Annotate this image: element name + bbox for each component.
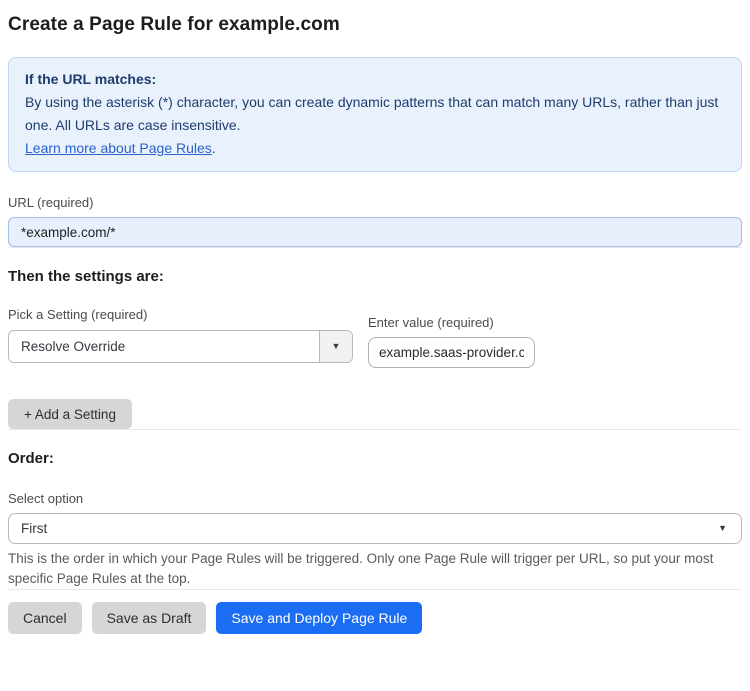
url-field-label: URL (required) xyxy=(8,195,94,210)
page-rule-form: Create a Page Rule for example.com If th… xyxy=(0,0,750,634)
setting-value-column: Enter value (required) xyxy=(368,315,535,368)
save-as-draft-button[interactable]: Save as Draft xyxy=(91,602,207,634)
value-field-label: Enter value (required) xyxy=(368,315,494,330)
cancel-button[interactable]: Cancel xyxy=(8,602,82,634)
settings-section-heading: Then the settings are: xyxy=(8,268,164,285)
page-title: Create a Page Rule for example.com xyxy=(8,14,340,35)
link-period: . xyxy=(211,140,216,156)
chevron-down-icon: ▼ xyxy=(331,341,341,351)
add-setting-button[interactable]: + Add a Setting xyxy=(8,399,132,429)
info-box-body: By using the asterisk (*) character, you… xyxy=(25,94,719,133)
info-box-heading: If the URL matches: xyxy=(25,71,157,87)
divider xyxy=(8,429,742,430)
order-select[interactable]: First ▼ xyxy=(8,513,742,544)
divider xyxy=(8,247,742,248)
setting-select-label: Pick a Setting (required) xyxy=(8,307,148,322)
setting-row: Pick a Setting (required) Resolve Overri… xyxy=(8,307,742,368)
order-help-text: This is the order in which your Page Rul… xyxy=(8,551,714,586)
info-box-link-line: Learn more about Page Rules. xyxy=(25,137,725,160)
url-match-info-box: If the URL matches: By using the asteris… xyxy=(8,57,742,172)
order-section-heading: Order: xyxy=(8,450,54,467)
setting-select-value: Resolve Override xyxy=(21,339,126,354)
divider xyxy=(8,589,742,590)
save-and-deploy-button[interactable]: Save and Deploy Page Rule xyxy=(216,602,423,634)
setting-select-column: Pick a Setting (required) Resolve Overri… xyxy=(8,307,353,363)
setting-select-arrow-button[interactable]: ▼ xyxy=(319,331,352,362)
setting-value-input[interactable] xyxy=(368,337,535,368)
setting-select[interactable]: Resolve Override ▼ xyxy=(8,330,353,363)
learn-more-link[interactable]: Learn more about Page Rules xyxy=(25,140,212,156)
order-select-value: First xyxy=(21,521,48,536)
chevron-down-icon: ▼ xyxy=(718,523,727,533)
order-select-label: Select option xyxy=(8,491,84,506)
footer-actions: Cancel Save as Draft Save and Deploy Pag… xyxy=(8,602,742,634)
url-input[interactable] xyxy=(8,217,742,247)
